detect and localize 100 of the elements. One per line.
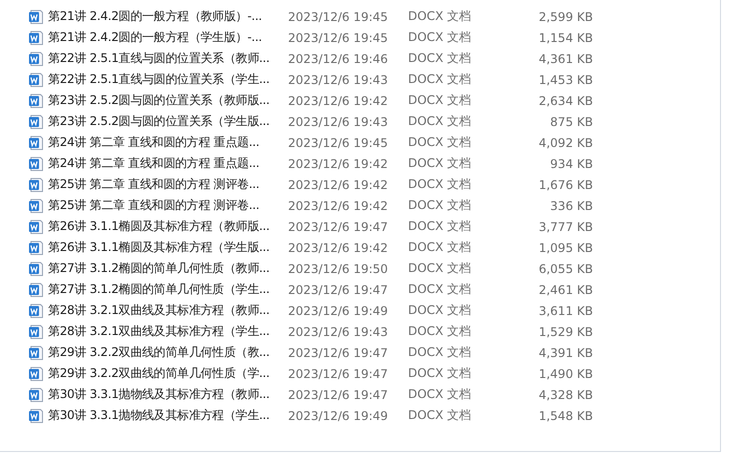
modified-date: 2023/12/6 19:47 [288,282,389,296]
file-type: DOCX 文档 [408,8,472,25]
file-name[interactable]: 第28讲 3.2.1双曲线及其标准方程（学生... [48,323,288,340]
file-type: DOCX 文档 [408,260,472,277]
file-type: DOCX 文档 [408,92,472,109]
modified-date: 2023/12/6 19:47 [288,220,389,234]
file-name[interactable]: 第28讲 3.2.1双曲线及其标准方程（教师... [48,302,288,319]
file-name[interactable]: 第23讲 2.5.2圆与圆的位置关系（学生版... [48,113,288,130]
file-name[interactable]: 第29讲 3.2.2双曲线的简单几何性质（教... [48,344,288,361]
word-document-icon [28,366,44,382]
file-name[interactable]: 第25讲 第二章 直线和圆的方程 测评卷... [48,197,288,214]
file-name[interactable]: 第29讲 3.2.2双曲线的简单几何性质（学... [48,365,288,382]
modified-date: 2023/12/6 19:43 [288,324,389,338]
modified-date: 2023/12/6 19:49 [288,304,389,318]
word-document-icon [28,240,44,256]
file-size: 4,361 KB [538,52,593,66]
file-name[interactable]: 第26讲 3.1.1椭圆及其标准方程（教师版... [48,218,288,235]
file-name[interactable]: 第27讲 3.1.2椭圆的简单几何性质（学生... [48,281,288,298]
word-document-icon [28,156,44,172]
modified-date: 2023/12/6 19:42 [288,198,389,212]
file-name[interactable]: 第22讲 2.5.1直线与圆的位置关系（教师... [48,50,288,67]
file-type: DOCX 文档 [408,113,472,130]
file-type: DOCX 文档 [408,71,472,88]
file-type: DOCX 文档 [408,218,472,235]
file-size: 2,461 KB [538,282,593,296]
file-type: DOCX 文档 [408,407,472,424]
file-size: 6,055 KB [538,262,593,276]
word-document-icon [28,134,44,150]
word-document-icon [28,282,44,298]
file-name[interactable]: 第30讲 3.3.1抛物线及其标准方程（学生... [48,407,288,424]
file-size: 3,777 KB [538,220,593,234]
modified-date: 2023/12/6 19:45 [288,30,389,44]
file-size: 2,634 KB [538,94,593,108]
file-name[interactable]: 第24讲 第二章 直线和圆的方程 重点题... [48,155,288,172]
file-type: DOCX 文档 [408,197,472,214]
word-document-icon [28,92,44,108]
file-size: 1,154 KB [538,30,593,44]
file-type: DOCX 文档 [408,344,472,361]
word-document-icon [28,344,44,360]
word-document-icon [28,324,44,340]
file-type: DOCX 文档 [408,302,472,319]
file-type: DOCX 文档 [408,386,472,403]
file-size: 4,328 KB [538,388,593,402]
modified-date: 2023/12/6 19:43 [288,72,389,86]
word-document-icon [28,302,44,318]
file-type: DOCX 文档 [408,365,472,382]
file-name[interactable]: 第24讲 第二章 直线和圆的方程 重点题... [48,134,288,151]
file-name[interactable]: 第21讲 2.4.2圆的一般方程（教师版）-... [48,8,288,25]
file-name[interactable]: 第26讲 3.1.1椭圆及其标准方程（学生版... [48,239,288,256]
modified-date: 2023/12/6 19:47 [288,388,389,402]
modified-date: 2023/12/6 19:47 [288,366,389,380]
file-type: DOCX 文档 [408,323,472,340]
modified-date: 2023/12/6 19:42 [288,240,389,254]
modified-date: 2023/12/6 19:46 [288,52,389,66]
file-type: DOCX 文档 [408,50,472,67]
file-size: 336 KB [549,198,593,212]
modified-date: 2023/12/6 19:42 [288,178,389,192]
file-type: DOCX 文档 [408,239,472,256]
file-type: DOCX 文档 [408,176,472,193]
word-document-icon [28,260,44,276]
word-document-icon [28,386,44,402]
word-document-icon [28,408,44,424]
file-size: 3,611 KB [538,304,593,318]
file-name[interactable]: 第30讲 3.3.1抛物线及其标准方程（教师... [48,386,288,403]
word-document-icon [28,198,44,214]
word-document-icon [28,30,44,46]
file-name[interactable]: 第25讲 第二章 直线和圆的方程 测评卷... [48,176,288,193]
word-document-icon [28,176,44,192]
file-size: 1,453 KB [538,72,593,86]
file-size: 934 KB [549,156,593,170]
file-size: 4,391 KB [538,346,593,360]
file-size: 1,490 KB [538,366,593,380]
file-name[interactable]: 第21讲 2.4.2圆的一般方程（学生版）-... [48,29,288,46]
file-name[interactable]: 第22讲 2.5.1直线与圆的位置关系（学生... [48,71,288,88]
word-document-icon [28,72,44,88]
file-name[interactable]: 第23讲 2.5.2圆与圆的位置关系（教师版... [48,92,288,109]
file-type: DOCX 文档 [408,134,472,151]
word-document-icon [28,8,44,24]
modified-date: 2023/12/6 19:45 [288,136,389,150]
modified-date: 2023/12/6 19:47 [288,346,389,360]
file-size: 1,548 KB [538,408,593,422]
word-document-icon [28,50,44,66]
modified-date: 2023/12/6 19:45 [288,10,389,24]
file-size: 875 KB [549,114,593,128]
file-type: DOCX 文档 [408,281,472,298]
file-size: 4,092 KB [538,136,593,150]
file-type: DOCX 文档 [408,155,472,172]
modified-date: 2023/12/6 19:49 [288,408,389,422]
word-document-icon [28,218,44,234]
word-document-icon [28,114,44,130]
modified-date: 2023/12/6 19:50 [288,262,389,276]
file-size: 1,529 KB [538,324,593,338]
file-size: 1,095 KB [538,240,593,254]
modified-date: 2023/12/6 19:43 [288,114,389,128]
file-size: 2,599 KB [538,10,593,24]
file-size: 1,676 KB [538,178,593,192]
modified-date: 2023/12/6 19:42 [288,94,389,108]
file-name[interactable]: 第27讲 3.1.2椭圆的简单几何性质（教师... [48,260,288,277]
modified-date: 2023/12/6 19:42 [288,156,389,170]
file-type: DOCX 文档 [408,29,472,46]
